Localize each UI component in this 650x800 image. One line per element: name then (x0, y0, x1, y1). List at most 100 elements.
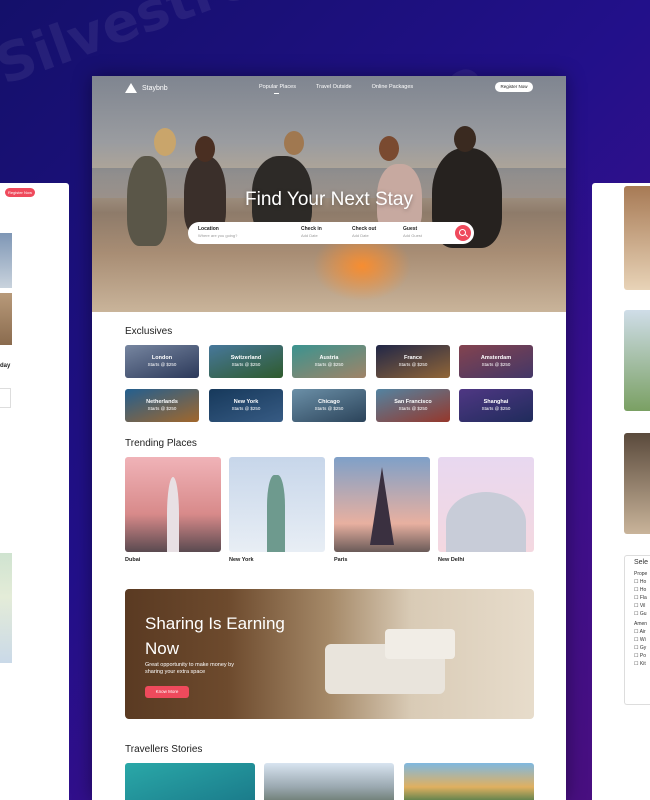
trending-image (125, 457, 221, 552)
card-price: Starts @ $250 (314, 362, 344, 367)
main-page: Staybnb Popular Places Travel Outside On… (92, 76, 566, 800)
card-price: Starts @ $250 (231, 362, 261, 367)
property-image (624, 186, 650, 290)
filter-option[interactable]: ☐ Fla (634, 594, 650, 602)
field-label: Check out (352, 226, 377, 232)
card-price: Starts @ $250 (231, 406, 261, 411)
card-city: Switzerland (230, 355, 262, 361)
nav-online-packages[interactable]: Online Packages (372, 84, 414, 90)
hero-person (379, 136, 399, 161)
hero-person (154, 128, 176, 156)
exclusives-title: Exclusives (125, 326, 173, 337)
exclusive-card[interactable]: Netherlands Starts @ $250 (125, 389, 199, 422)
side-label: day (0, 363, 11, 369)
filter-option[interactable]: ☐ Kit (634, 660, 650, 668)
search-icon[interactable] (455, 225, 471, 241)
card-price: Starts @ $250 (147, 406, 177, 411)
field-label: Check in (301, 226, 322, 232)
exclusive-card[interactable]: Chicago Starts @ $250 (292, 389, 366, 422)
trending-name: New York (229, 557, 254, 563)
filter-option[interactable]: ☐ Air (634, 628, 650, 636)
card-city: Netherlands (146, 399, 178, 405)
filter-option[interactable]: ☐ Gu (634, 610, 650, 618)
side-page-right: Sele Prope ☐ Ho ☐ Ho ☐ Fla ☐ Vil ☐ Gu Am… (592, 183, 650, 800)
card-price: Starts @ $250 (398, 362, 428, 367)
card-price: Starts @ $250 (398, 406, 428, 411)
story-image[interactable] (404, 763, 534, 800)
filter-option[interactable]: ☐ Ho (634, 586, 650, 594)
card-price: Starts @ $250 (481, 406, 511, 411)
brand-name: Staybnb (142, 84, 168, 92)
trending-image (334, 457, 430, 552)
guest-field[interactable]: Guest Add Guest (403, 226, 422, 238)
trending-image (438, 457, 534, 552)
field-label: Guest (403, 226, 418, 232)
location-field[interactable]: Location Where are you going? (198, 226, 237, 238)
know-more-button[interactable]: Know More (145, 686, 189, 698)
card-city: Amsterdam (480, 355, 512, 361)
brand-logo[interactable]: Staybnb (125, 83, 168, 93)
filter-group-label: Prope (634, 571, 648, 577)
map[interactable] (0, 553, 12, 663)
sharing-banner: Sharing Is Earning Now Great opportunity… (125, 589, 534, 719)
filter-group-label: Amen (634, 621, 648, 627)
card-city: New York (233, 399, 259, 405)
exclusive-card[interactable]: France Starts @ $250 (376, 345, 450, 378)
hero-person (284, 131, 304, 155)
card-price: Starts @ $250 (147, 362, 177, 367)
nav-travel-outside[interactable]: Travel Outside (316, 84, 352, 90)
exclusive-card[interactable]: New York Starts @ $250 (209, 389, 283, 422)
nav-popular-places[interactable]: Popular Places (259, 84, 296, 94)
filter-option[interactable]: ☐ Ho (634, 578, 650, 586)
trending-card[interactable]: New Delhi (438, 457, 534, 563)
trending-card[interactable]: Dubai (125, 457, 221, 563)
banner-title: Sharing Is Earning Now (145, 614, 285, 658)
field-label: Location (198, 226, 219, 232)
trending-card[interactable]: New York (229, 457, 325, 563)
stories-title: Travellers Stories (125, 744, 203, 755)
register-button[interactable]: Register Now (5, 188, 35, 197)
card-city: San Francisco (394, 399, 432, 405)
hero-person (195, 136, 215, 162)
filter-option[interactable]: ☐ Po (634, 652, 650, 660)
story-image[interactable] (125, 763, 255, 800)
card-city: Chicago (318, 399, 340, 405)
filter-option[interactable]: ☐ Gy (634, 644, 650, 652)
property-image (624, 310, 650, 411)
story-image[interactable] (264, 763, 394, 800)
exclusive-card[interactable]: Amsterdam Starts @ $250 (459, 345, 533, 378)
card-city: France (403, 355, 423, 361)
card-city: Shanghai (483, 399, 509, 405)
card-city: Austria (319, 355, 339, 361)
check-in-field[interactable]: Check in Add Date (301, 226, 322, 238)
filter-option[interactable]: ☐ Vil (634, 602, 650, 610)
field-placeholder: Add Date (301, 233, 318, 238)
exclusive-card[interactable]: Shanghai Starts @ $250 (459, 389, 533, 422)
trending-title: Trending Places (125, 438, 197, 449)
card-price: Starts @ $250 (481, 362, 511, 367)
hero-section: Staybnb Popular Places Travel Outside On… (92, 76, 566, 312)
side-box (0, 388, 11, 408)
side-page-left: Register Now day (0, 183, 69, 800)
exclusive-card[interactable]: London Starts @ $250 (125, 345, 199, 378)
logo-icon (125, 83, 137, 93)
register-button[interactable]: Register Now (495, 82, 533, 92)
check-out-field[interactable]: Check out Add Date (352, 226, 376, 238)
field-placeholder: Add Guest (403, 233, 422, 238)
filter-option[interactable]: ☐ Wi (634, 636, 650, 644)
property-image (624, 433, 650, 534)
exclusive-card[interactable]: Austria Starts @ $250 (292, 345, 366, 378)
filter-panel: Sele Prope ☐ Ho ☐ Ho ☐ Fla ☐ Vil ☐ Gu Am… (624, 555, 650, 705)
hero-person (454, 126, 476, 152)
exclusive-card[interactable]: San Francisco Starts @ $250 (376, 389, 450, 422)
trending-name: Dubai (125, 557, 141, 563)
hero-title: Find Your Next Stay (245, 189, 413, 210)
field-placeholder: Where are you going? (198, 233, 238, 238)
card-price: Starts @ $250 (314, 406, 344, 411)
trending-card[interactable]: Paris (334, 457, 430, 563)
filter-title: Sele (634, 559, 649, 566)
trending-name: Paris (334, 557, 348, 563)
banner-subtitle: Great opportunity to make money by shari… (145, 662, 234, 675)
card-city: London (151, 355, 173, 361)
exclusive-card[interactable]: Switzerland Starts @ $250 (209, 345, 283, 378)
